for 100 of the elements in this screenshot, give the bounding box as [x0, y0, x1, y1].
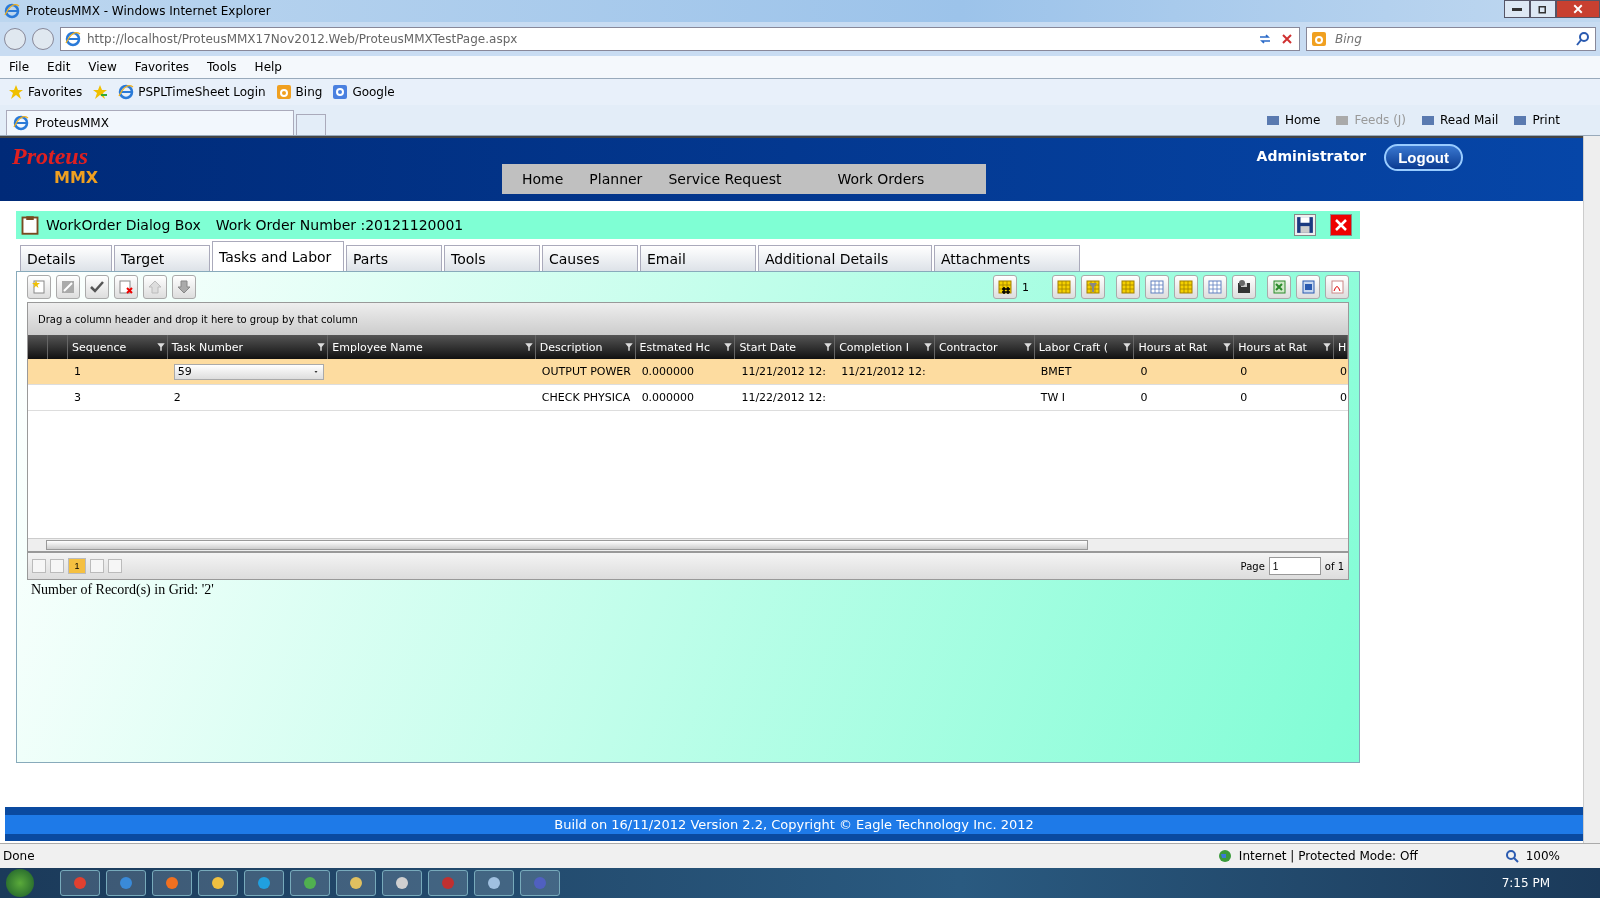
favorite-link[interactable]: Google	[332, 84, 395, 100]
tab[interactable]: Tasks and Labor	[212, 241, 344, 271]
first-page-button[interactable]	[32, 559, 46, 573]
minimize-button[interactable]	[1504, 0, 1530, 18]
tab[interactable]: Email	[640, 245, 756, 271]
close-button[interactable]	[1556, 0, 1600, 18]
table-cell: TW I	[1040, 391, 1066, 404]
spreadsheet-button[interactable]	[1267, 275, 1291, 299]
filter-icon	[822, 341, 835, 353]
new-page-button[interactable]	[27, 275, 51, 299]
taskbar-button[interactable]	[474, 870, 514, 896]
search-icon	[1575, 31, 1591, 47]
status-text: Done	[3, 849, 35, 863]
table-cell: 2	[173, 391, 181, 404]
tab[interactable]: Causes	[542, 245, 638, 271]
floppy-button[interactable]	[1232, 275, 1256, 299]
grid-button[interactable]	[1174, 275, 1198, 299]
favorite-link[interactable]: Bing	[275, 84, 323, 100]
grid-button[interactable]	[1052, 275, 1076, 299]
nav-link[interactable]: Planner	[579, 171, 659, 187]
save-button[interactable]	[1294, 214, 1316, 236]
down-arrow-button[interactable]	[172, 275, 196, 299]
command-button[interactable]: Print	[1512, 112, 1560, 128]
filter-button[interactable]	[1081, 275, 1105, 299]
start-button[interactable]	[6, 869, 34, 897]
back-button[interactable]	[4, 28, 26, 50]
zoom-level[interactable]: 100%	[1525, 849, 1560, 863]
close-icon	[1572, 3, 1584, 15]
menu-item[interactable]: File	[0, 60, 39, 74]
address-field[interactable]: http://localhost/ProteusMMX17Nov2012.Web/ProteusMMXTestPage.aspx	[60, 27, 1300, 51]
page-button[interactable]: 1	[68, 558, 86, 574]
row-number-button[interactable]	[993, 275, 1017, 299]
taskbar-button[interactable]	[382, 870, 422, 896]
taskbar-button[interactable]	[106, 870, 146, 896]
tab[interactable]: Parts	[346, 245, 442, 271]
table-cell: 0	[1240, 391, 1248, 404]
star-icon	[8, 84, 24, 100]
pdf-button[interactable]	[1325, 275, 1349, 299]
taskbar-button[interactable]	[428, 870, 468, 896]
delete-button[interactable]	[114, 275, 138, 299]
table-row[interactable]: 1 59 OUTPUT POWER 0.000000 11/21/2012 12: 11/21/2012 12: BMET 0 0 0	[28, 359, 1348, 385]
favorites-button[interactable]: Favorites	[8, 84, 83, 100]
command-button[interactable]: Home	[1265, 112, 1321, 128]
new-tab-button[interactable]	[296, 114, 326, 135]
taskbar-button[interactable]	[520, 870, 560, 896]
taskbar-button[interactable]	[60, 870, 100, 896]
menu-item[interactable]: Favorites	[125, 60, 199, 74]
search-box[interactable]: Bing	[1306, 27, 1596, 51]
up-arrow-button[interactable]	[143, 275, 167, 299]
table-cell: 3	[73, 391, 81, 404]
menu-item[interactable]: View	[79, 60, 126, 74]
browser-tab[interactable]: ProteusMMX	[6, 110, 294, 135]
magnifier-icon	[1503, 848, 1520, 864]
check-icon	[89, 279, 105, 295]
page-field[interactable]: 1	[1268, 557, 1321, 575]
grid-button[interactable]	[1145, 275, 1169, 299]
previous-page-button[interactable]	[50, 559, 64, 573]
tab[interactable]: Tools	[444, 245, 540, 271]
up-arrow-icon	[147, 279, 163, 295]
task-number-dropdown[interactable]: 59	[173, 363, 324, 380]
tab[interactable]: Attachments	[934, 245, 1080, 271]
taskbar-button[interactable]	[290, 870, 330, 896]
taskbar-button[interactable]	[152, 870, 192, 896]
taskbar-button[interactable]	[336, 870, 376, 896]
nav-link[interactable]: Service Request	[658, 171, 798, 187]
grid-icon	[1207, 279, 1223, 295]
next-page-button[interactable]	[90, 559, 104, 573]
vertical-scrollbar[interactable]	[1583, 136, 1600, 843]
grid-icon	[1056, 279, 1072, 295]
grid-button[interactable]	[1116, 275, 1140, 299]
table-cell: 1	[73, 365, 81, 378]
pencil-button[interactable]	[56, 275, 80, 299]
document-button[interactable]	[1296, 275, 1320, 299]
menu-item[interactable]: Edit	[38, 60, 80, 74]
horizontal-scrollbar[interactable]	[28, 538, 1348, 551]
nav-link[interactable]: Home	[512, 171, 580, 187]
menu-item[interactable]: Tools	[198, 60, 246, 74]
nav-link[interactable]: Work Orders	[797, 171, 977, 187]
check-button[interactable]	[85, 275, 109, 299]
table-cell: BMET	[1040, 365, 1072, 378]
app-icon	[72, 875, 88, 891]
taskbar-button[interactable]	[198, 870, 238, 896]
menu-item[interactable]: Help	[245, 60, 291, 74]
last-page-button[interactable]	[108, 559, 122, 573]
logout-button[interactable]: Logout	[1384, 144, 1463, 171]
favorite-link[interactable]: PSPLTimeSheet Login	[118, 84, 266, 100]
tab[interactable]: Target	[114, 245, 210, 271]
restore-button[interactable]	[1530, 0, 1556, 18]
close-button[interactable]	[1330, 214, 1352, 236]
table-row[interactable]: 3 2 CHECK PHYSICA 0.000000 11/22/2012 12: TW I 0 0 0	[28, 385, 1348, 411]
tab[interactable]: Additional Details	[758, 245, 932, 271]
forward-button[interactable]	[32, 28, 54, 50]
taskbar-button[interactable]	[244, 870, 284, 896]
grid-button[interactable]	[1203, 275, 1227, 299]
command-button[interactable]: Read Mail	[1420, 112, 1499, 128]
tab[interactable]: Details	[20, 245, 112, 271]
delete-icon	[118, 279, 134, 295]
minimize-icon	[1512, 7, 1522, 11]
e-icon	[118, 84, 135, 100]
table-cell: 0	[1240, 365, 1248, 378]
